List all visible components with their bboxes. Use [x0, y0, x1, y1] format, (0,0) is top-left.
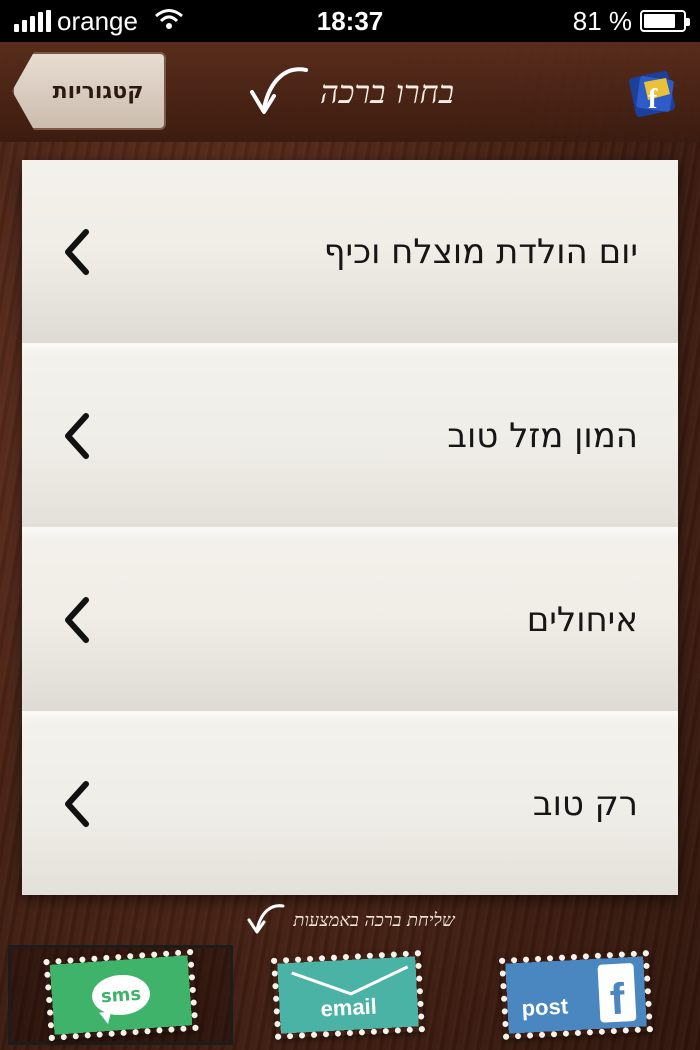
share-post-button[interactable]: post f — [463, 945, 688, 1045]
status-bar: orange 18:37 81 % — [0, 0, 700, 42]
list-item[interactable]: יום הולדת מוצלח וכיף — [22, 160, 678, 343]
share-hint-text: שליחת ברכה באמצעות — [293, 909, 455, 931]
battery-fill — [644, 14, 675, 28]
list-item-label: המון מזל טוב — [447, 415, 638, 456]
post-label: post — [520, 993, 569, 1021]
chevron-left-icon — [62, 228, 90, 276]
chevron-left-icon — [62, 412, 90, 460]
swoosh-arrow-icon — [245, 902, 285, 938]
status-left: orange — [14, 6, 184, 37]
wifi-icon — [154, 6, 184, 37]
swoosh-arrow-icon — [246, 62, 310, 122]
share-bar: sms email post f — [0, 940, 700, 1050]
share-hint: שליחת ברכה באמצעות — [0, 900, 700, 940]
facebook-icon: f — [596, 962, 636, 1024]
post-stamp-icon: post f — [498, 950, 653, 1040]
share-sms-button[interactable]: sms — [8, 945, 233, 1045]
list-item[interactable]: המון מזל טוב — [22, 343, 678, 527]
share-email-button[interactable]: email — [236, 945, 461, 1045]
greeting-list: יום הולדת מוצלח וכיף המון מזל טוב איחולי… — [22, 160, 678, 895]
list-item[interactable]: איחולים — [22, 527, 678, 711]
list-item-label: איחולים — [526, 599, 638, 640]
carrier-label: orange — [57, 5, 138, 36]
page-title: בחרו ברכה — [320, 73, 454, 111]
list-item-label: רק טוב — [532, 783, 638, 824]
nav-bar: קטגוריות בחרו ברכה f — [0, 42, 700, 142]
nav-title-wrap: בחרו ברכה — [190, 42, 510, 142]
envelope-icon — [291, 965, 409, 996]
speech-bubble-icon: sms — [90, 973, 151, 1017]
chevron-left-icon — [62, 780, 90, 828]
battery-percent: 81 % — [572, 5, 632, 36]
sms-stamp-icon: sms — [42, 948, 199, 1042]
signal-icon — [14, 10, 51, 32]
status-right: 81 % — [572, 5, 690, 37]
categories-back-button[interactable]: קטגוריות — [12, 52, 166, 130]
app-screen: orange 18:37 81 % קטגוריות בחרו ברכה f י… — [0, 0, 700, 1050]
sms-label: sms — [99, 983, 142, 1007]
list-item[interactable]: רק טוב — [22, 711, 678, 895]
svg-text:f: f — [648, 84, 658, 115]
email-stamp-icon: email — [270, 950, 426, 1040]
app-logo-icon[interactable]: f — [626, 64, 682, 120]
chevron-left-icon — [62, 596, 90, 644]
battery-icon — [640, 10, 690, 32]
list-item-label: יום הולדת מוצלח וכיף — [323, 231, 638, 272]
